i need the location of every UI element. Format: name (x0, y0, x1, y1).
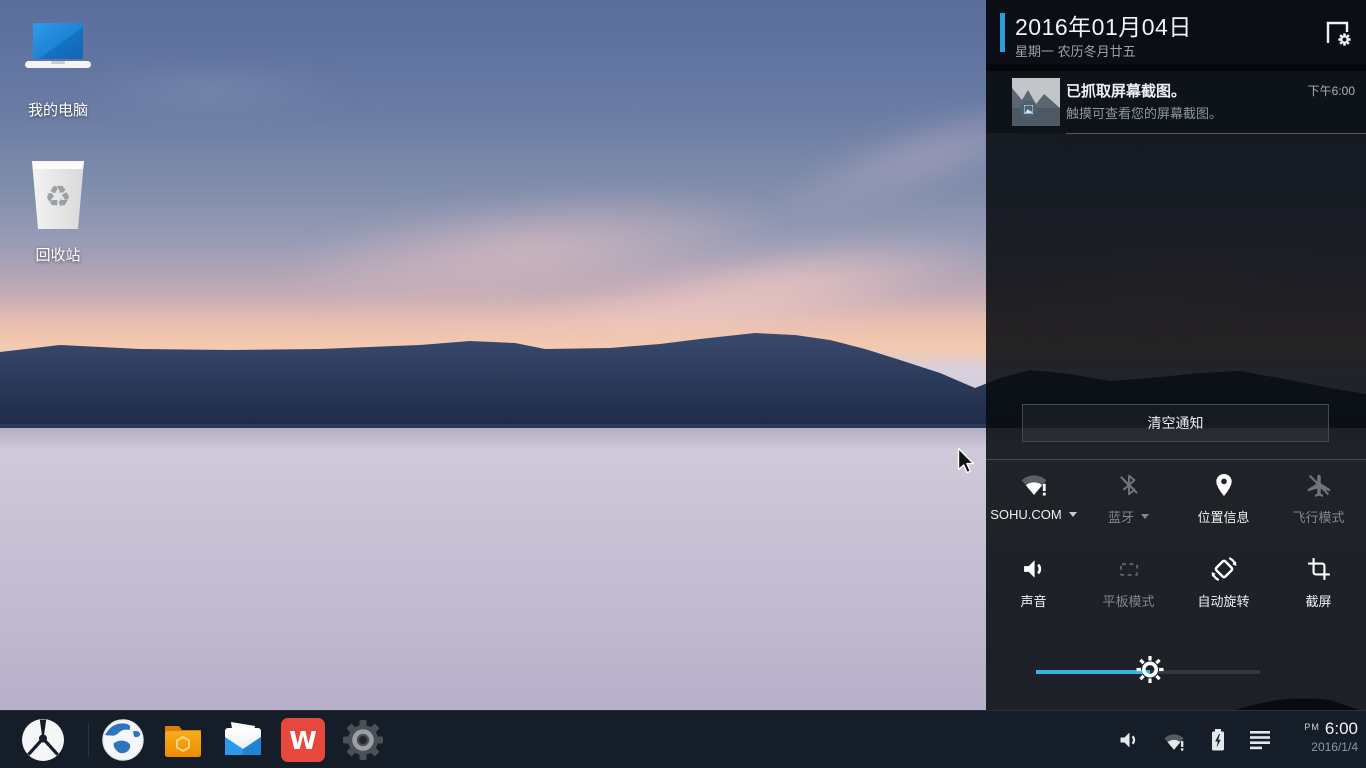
tile-tablet-mode[interactable]: 平板模式 (1081, 552, 1176, 610)
auto-rotate-icon (1209, 552, 1239, 586)
tile-label: 截屏 (1305, 594, 1332, 609)
tile-label: 声音 (1020, 594, 1047, 609)
tile-auto-rotate[interactable]: 自动旋转 (1176, 552, 1271, 610)
tile-wifi[interactable]: SOHU.COM (986, 468, 1081, 526)
desktop-icon-label: 回收站 (35, 247, 81, 264)
notification-time: 下午6:00 (1307, 84, 1355, 98)
taskbar-app-browser[interactable] (100, 717, 146, 763)
tile-bluetooth[interactable]: 蓝牙 (1081, 468, 1176, 526)
mail-envelope-icon (225, 722, 261, 755)
tile-screenshot[interactable]: 截屏 (1271, 552, 1366, 610)
clear-notifications-label: 清空通知 (1147, 415, 1204, 431)
my-computer-icon (25, 23, 91, 68)
chevron-down-icon (1141, 514, 1149, 519)
taskbar-clock[interactable]: PM 6:00 2016/1/4 (1304, 719, 1358, 754)
screenshot-icon (1306, 552, 1332, 586)
tray-volume-icon[interactable] (1116, 728, 1142, 752)
taskbar-app-mail[interactable] (220, 717, 266, 763)
brightness-fill (1036, 670, 1151, 674)
wps-office-icon: W (281, 718, 325, 762)
taskbar-app-settings[interactable] (340, 717, 386, 763)
taskbar-app-wps-office[interactable]: W (280, 717, 326, 763)
clock-date: 2016/1/4 (1311, 740, 1358, 754)
notification-body: 触摸可查看您的屏幕截图。 (1066, 106, 1223, 121)
start-menu-button[interactable] (20, 717, 66, 763)
panel-date-lunar: 星期一 农历冬月廿五 (1015, 44, 1136, 59)
tray-wifi-alert-icon[interactable] (1162, 731, 1186, 753)
location-icon (1211, 468, 1237, 502)
tile-sound[interactable]: 声音 (986, 552, 1081, 610)
desktop-icon-my-computer[interactable]: 我的电脑 (6, 20, 110, 120)
taskbar-app-file-manager[interactable] (160, 717, 206, 763)
date-accent-bar (1000, 13, 1005, 52)
divider (1066, 133, 1366, 134)
phoenix-logo-icon (22, 719, 64, 761)
image-badge-icon (1020, 101, 1037, 118)
wifi-alert-icon (1019, 468, 1049, 502)
screenshot-thumbnail (1012, 78, 1060, 126)
divider (986, 64, 1366, 71)
panel-date-header: 2016年01月04日 星期一 农历冬月廿五 (986, 0, 1366, 64)
tray-notification-lines-icon[interactable] (1248, 730, 1272, 750)
bluetooth-off-icon (1116, 468, 1142, 502)
notification-panel: 2016年01月04日 星期一 农历冬月廿五 已抓取屏幕截图。 触摸可查看您的屏… (986, 0, 1366, 710)
tile-label: 平板模式 (1102, 594, 1155, 609)
divider (986, 459, 1366, 460)
screen: 我的电脑 ♻ 回收站 2016年01月04日 星期一 农历冬月廿五 已抓取屏幕截… (0, 0, 1366, 768)
chevron-down-icon (1068, 512, 1077, 517)
brightness-slider[interactable] (1036, 656, 1260, 685)
tile-label: 自动旋转 (1197, 594, 1250, 609)
desktop-icon-recycle-bin[interactable]: ♻ 回收站 (6, 155, 110, 265)
tile-label: 飞行模式 (1292, 510, 1345, 525)
divider (88, 723, 89, 757)
tile-label: 蓝牙 (1107, 510, 1134, 525)
tablet-mode-icon (1116, 552, 1142, 586)
notification-title: 已抓取屏幕截图。 (1066, 83, 1187, 100)
tile-location[interactable]: 位置信息 (1176, 468, 1271, 526)
browser-globe-icon (102, 719, 144, 761)
taskbar: W PM 6:00 2016/1/4 (0, 710, 1366, 768)
airplane-off-icon (1305, 468, 1333, 502)
notification-screenshot[interactable]: 已抓取屏幕截图。 触摸可查看您的屏幕截图。 下午6:00 (986, 71, 1366, 133)
volume-icon (1020, 552, 1048, 586)
svg-text:W: W (289, 726, 317, 755)
panel-date: 2016年01月04日 (1015, 14, 1192, 40)
notification-settings-icon[interactable] (1322, 18, 1352, 48)
brightness-thumb-sun-icon[interactable] (1135, 655, 1165, 690)
settings-gear-icon (343, 720, 383, 760)
quick-settings-grid: SOHU.COM 蓝牙 位置信息 飞行模式 声音 平板模式 自动旋转 截屏 (986, 468, 1366, 610)
clock-meridiem: PM (1304, 722, 1320, 732)
tile-airplane-mode[interactable]: 飞行模式 (1271, 468, 1366, 526)
recycle-bin-icon: ♻ (32, 161, 84, 229)
clock-time: 6:00 (1324, 719, 1358, 738)
desktop-icon-label: 我的电脑 (27, 102, 88, 119)
tray-battery-charging-icon[interactable] (1208, 728, 1228, 752)
tile-label: SOHU.COM (990, 507, 1062, 522)
svg-text:♻: ♻ (45, 180, 72, 215)
file-manager-folder-icon (165, 726, 201, 757)
clear-notifications-button[interactable]: 清空通知 (1022, 404, 1329, 442)
tile-label: 位置信息 (1197, 510, 1250, 525)
